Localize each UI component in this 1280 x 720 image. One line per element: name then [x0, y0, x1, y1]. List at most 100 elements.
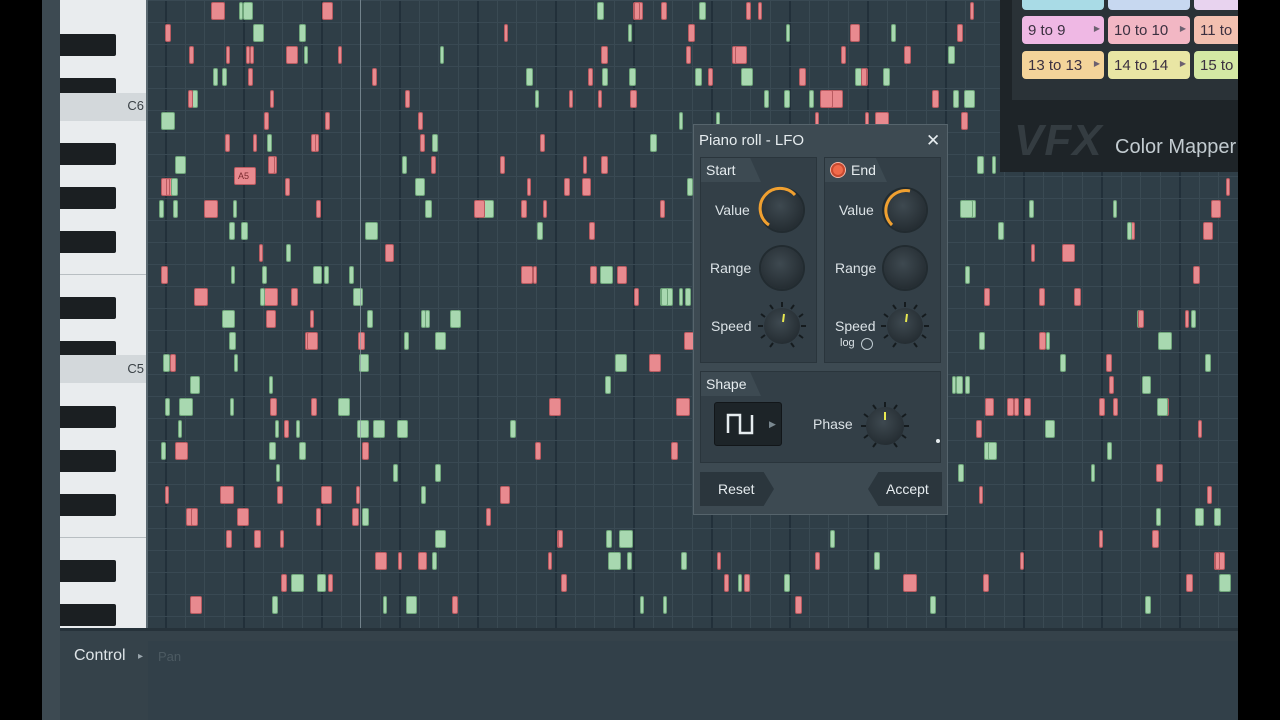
note[interactable]: [1014, 398, 1019, 416]
note[interactable]: [676, 398, 690, 416]
note[interactable]: [226, 530, 232, 548]
note[interactable]: [985, 398, 994, 416]
note[interactable]: [1158, 332, 1172, 350]
note[interactable]: [357, 420, 369, 438]
note[interactable]: [452, 596, 458, 614]
note[interactable]: [264, 288, 278, 306]
note[interactable]: [243, 2, 253, 20]
note[interactable]: [435, 332, 446, 350]
reset-button[interactable]: Reset: [700, 472, 774, 506]
note[interactable]: [179, 398, 193, 416]
note[interactable]: [634, 288, 639, 306]
note[interactable]: [432, 552, 437, 570]
note[interactable]: [1127, 222, 1132, 240]
note[interactable]: [830, 530, 835, 548]
note[interactable]: [688, 24, 695, 42]
note[interactable]: [589, 222, 595, 240]
note[interactable]: [188, 90, 193, 108]
note[interactable]: [222, 68, 227, 86]
note[interactable]: [402, 156, 407, 174]
note[interactable]: [161, 442, 166, 460]
note[interactable]: [253, 24, 264, 42]
note[interactable]: [250, 46, 254, 64]
note[interactable]: [948, 46, 955, 64]
note[interactable]: [708, 68, 713, 86]
note[interactable]: [260, 288, 265, 306]
note[interactable]: [254, 530, 261, 548]
note[interactable]: [1156, 464, 1163, 482]
note[interactable]: [1156, 508, 1161, 526]
note[interactable]: [222, 310, 235, 328]
note[interactable]: [1039, 332, 1046, 350]
note[interactable]: [486, 508, 491, 526]
end-range-knob[interactable]: [884, 247, 926, 289]
note[interactable]: [1142, 376, 1151, 394]
note[interactable]: [606, 530, 612, 548]
note[interactable]: [661, 2, 667, 20]
note[interactable]: [1106, 354, 1112, 372]
note[interactable]: [535, 90, 539, 108]
note[interactable]: [352, 508, 359, 526]
black-key[interactable]: [60, 297, 116, 319]
note[interactable]: [540, 134, 545, 152]
note[interactable]: [548, 552, 552, 570]
note[interactable]: [372, 68, 377, 86]
note[interactable]: [404, 332, 409, 350]
note[interactable]: [237, 508, 249, 526]
note[interactable]: [1007, 398, 1014, 416]
note[interactable]: [957, 24, 963, 42]
note[interactable]: [650, 134, 657, 152]
black-key[interactable]: [60, 143, 116, 165]
note[interactable]: [809, 90, 814, 108]
note[interactable]: [161, 266, 168, 284]
note[interactable]: [965, 376, 970, 394]
note[interactable]: [313, 266, 322, 284]
note[interactable]: [965, 266, 970, 284]
note[interactable]: [699, 2, 706, 20]
end-value-knob[interactable]: [884, 189, 926, 231]
note[interactable]: [744, 574, 750, 592]
note[interactable]: [619, 530, 633, 548]
note[interactable]: [1211, 200, 1221, 218]
note[interactable]: [510, 420, 516, 438]
note[interactable]: [597, 2, 604, 20]
note[interactable]: [304, 46, 308, 64]
note[interactable]: [268, 156, 275, 174]
note[interactable]: [328, 574, 333, 592]
note[interactable]: [229, 332, 236, 350]
note[interactable]: [353, 288, 363, 306]
note[interactable]: [958, 464, 964, 482]
note[interactable]: [286, 46, 298, 64]
note[interactable]: [349, 266, 354, 284]
note[interactable]: [663, 596, 667, 614]
black-key[interactable]: [60, 231, 116, 253]
note[interactable]: [291, 574, 304, 592]
note[interactable]: [281, 574, 287, 592]
note[interactable]: [178, 420, 182, 438]
mapper-button-14[interactable]: 14 to 14 ▶: [1108, 51, 1190, 79]
note[interactable]: [970, 2, 974, 20]
note[interactable]: [1191, 310, 1196, 328]
note[interactable]: [1020, 552, 1024, 570]
note[interactable]: [266, 310, 276, 328]
note[interactable]: [220, 486, 234, 504]
note[interactable]: [841, 46, 846, 64]
note[interactable]: [338, 398, 350, 416]
note[interactable]: [415, 178, 425, 196]
note[interactable]: [1045, 420, 1055, 438]
note[interactable]: [500, 486, 510, 504]
note[interactable]: [269, 442, 276, 460]
start-value-knob[interactable]: [758, 186, 803, 231]
note[interactable]: [316, 200, 321, 218]
note[interactable]: [322, 2, 333, 20]
note[interactable]: [418, 552, 427, 570]
note[interactable]: [660, 200, 665, 218]
note[interactable]: [316, 508, 321, 526]
note[interactable]: [397, 420, 408, 438]
note[interactable]: [189, 46, 194, 64]
note[interactable]: [784, 574, 790, 592]
note[interactable]: [171, 178, 178, 196]
note[interactable]: [398, 552, 402, 570]
note[interactable]: [307, 332, 318, 350]
note[interactable]: [161, 112, 175, 130]
